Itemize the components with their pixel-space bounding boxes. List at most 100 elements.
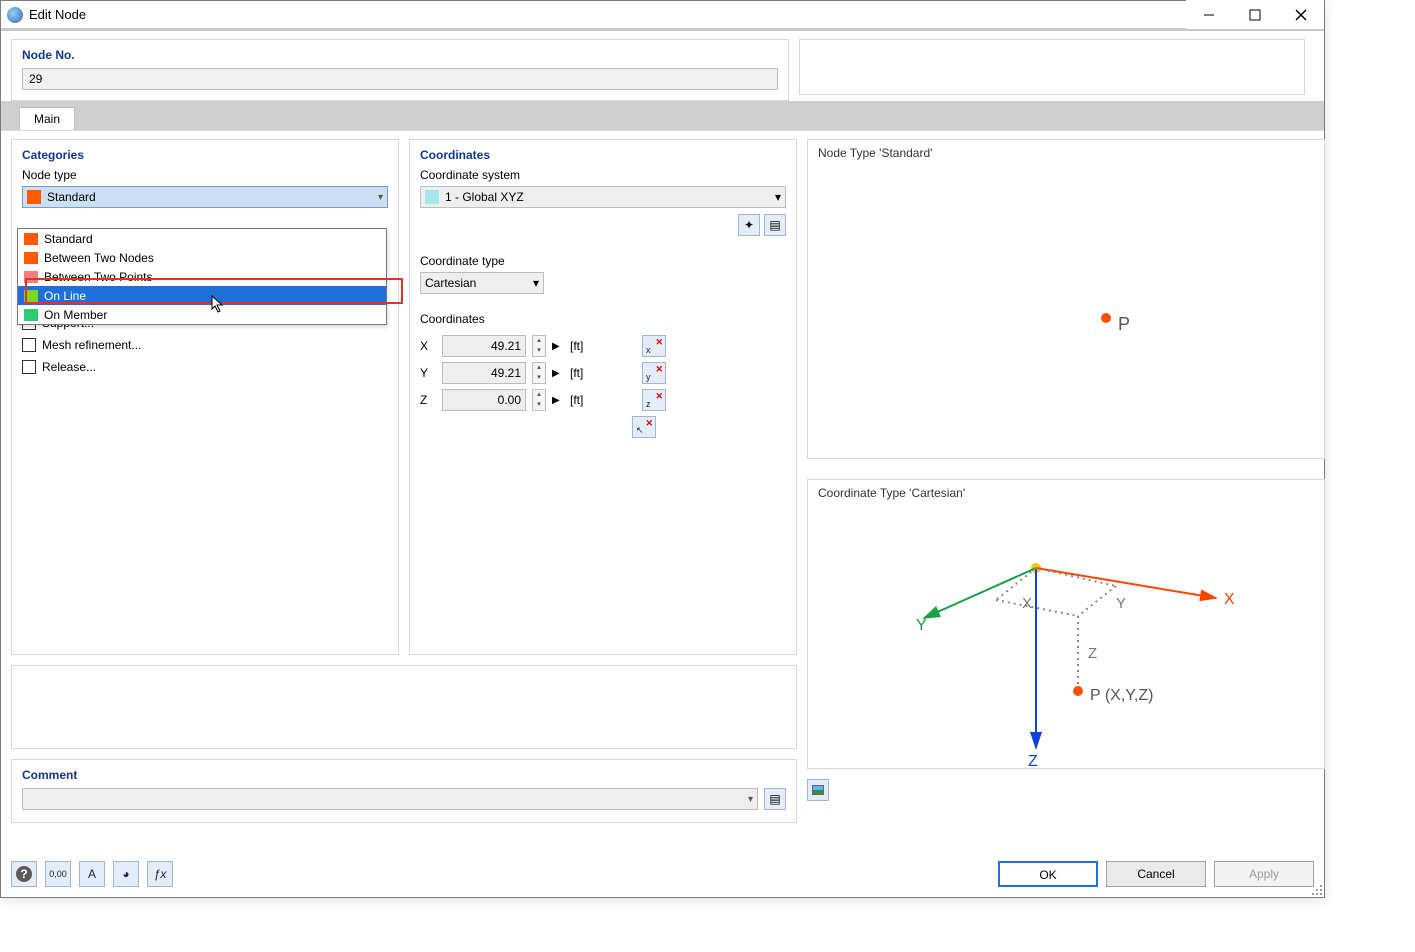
tabs-row: Main [1,101,1324,131]
swatch-icon [24,233,38,245]
display-icon: ◕ [122,867,129,881]
text-a-icon: A [88,867,96,881]
titlebar: Edit Node [1,1,1324,31]
swatch-icon [24,309,38,321]
edit-node-dialog: Edit Node Node No. Main Categories Node … [0,0,1325,898]
svg-text:Z: Z [1028,753,1038,768]
node-type-dropdown: Standard Between Two Nodes Between Two P… [17,228,387,325]
edit-icon: ▤ [769,218,780,232]
dropdown-item-standard[interactable]: Standard [18,229,386,248]
coord-y-input[interactable] [442,362,526,384]
coord-row-z: Z ▴▾ ▶ [ft] ✕z [420,389,786,411]
svg-text:P (X,Y,Z): P (X,Y,Z) [1090,687,1153,704]
apply-button[interactable]: Apply [1214,861,1314,887]
coords-label: Coordinates [420,312,786,326]
play-icon[interactable]: ▶ [552,368,564,379]
swatch-icon [425,190,439,204]
categories-group: Categories Node type Standard ▾ Standard [11,139,399,655]
export-image-button[interactable] [807,779,829,801]
pick-x-button[interactable]: ✕x [642,335,666,357]
minimize-button[interactable] [1186,0,1232,29]
checkbox-icon [22,360,36,374]
coord-type-label: Coordinate type [420,254,786,268]
fx-icon: ƒx [154,867,167,881]
option-mesh-refinement[interactable]: Mesh refinement... [22,338,388,352]
app-icon [7,7,23,23]
coord-row-pick-all: ✕↖ [420,416,786,438]
swatch-icon [24,252,38,264]
swatch-icon [27,190,41,204]
preview-bot-title: Coordinate Type 'Cartesian' [818,486,1314,500]
ok-button[interactable]: OK [998,861,1098,887]
categories-legend: Categories [22,148,388,162]
spinner-z[interactable]: ▴▾ [532,389,546,411]
coord-system-label: Coordinate system [420,168,786,182]
svg-text:Y: Y [1116,595,1126,612]
comment-input[interactable]: ▾ [22,788,758,810]
svg-text:X: X [1022,595,1032,612]
pick-y-button[interactable]: ✕y [642,362,666,384]
chevron-down-icon: ▾ [533,276,539,290]
swatch-icon [24,290,38,302]
svg-text:X: X [1224,591,1235,608]
help-icon: ? [16,866,32,882]
chevron-down-icon: ▾ [748,794,753,805]
play-icon[interactable]: ▶ [552,341,564,352]
svg-text:Z: Z [1088,645,1097,662]
option-release[interactable]: Release... [22,360,388,374]
coord-x-input[interactable] [442,335,526,357]
comment-group: Comment ▾ ▤ [11,759,797,823]
folder-icon: ▤ [769,792,780,806]
chevron-down-icon: ▾ [775,190,781,204]
dropdown-item-between-two-nodes[interactable]: Between Two Nodes [18,248,386,267]
node-type-label: Node type [22,168,388,182]
mouse-cursor-icon [211,295,225,313]
display-settings-button[interactable]: ◕ [113,861,139,887]
dropdown-item-on-line[interactable]: On Line [18,286,386,305]
left-empty-box-1 [11,665,797,749]
text-settings-button[interactable]: A [79,861,105,887]
node-type-combo[interactable]: Standard ▾ [22,186,388,208]
coord-system-combo[interactable]: 1 - Global XYZ ▾ [420,186,786,208]
dropdown-item-between-two-points[interactable]: Between Two Points [18,267,386,286]
formula-button[interactable]: ƒx [147,861,173,887]
comment-library-button[interactable]: ▤ [764,788,786,810]
new-icon: ✦ [744,218,754,232]
checkbox-icon [22,338,36,352]
resize-grip-icon[interactable] [1310,883,1324,897]
maximize-button[interactable] [1232,0,1278,29]
spinner-y[interactable]: ▴▾ [532,362,546,384]
node-no-input[interactable] [22,68,778,90]
help-button[interactable]: ? [11,861,37,887]
coord-z-input[interactable] [442,389,526,411]
svg-text:Y: Y [916,617,927,634]
preview-coord-type: Coordinate Type 'Cartesian' X Y [807,479,1325,769]
comment-legend: Comment [22,768,786,782]
node-no-label: Node No. [22,48,778,62]
coord-row-x: X ▴▾ ▶ [ft] ✕x [420,335,786,357]
coord-type-combo[interactable]: Cartesian ▾ [420,272,544,294]
picture-icon [812,785,824,795]
dialog-footer: ? 0,00 A ◕ ƒx OK Cancel Apply [11,861,1314,887]
new-coord-system-button[interactable]: ✦ [738,214,760,236]
number-icon: 0,00 [49,869,67,879]
preview-top-title: Node Type 'Standard' [818,146,1314,160]
pick-all-button[interactable]: ✕↖ [632,416,656,438]
pick-z-button[interactable]: ✕z [642,389,666,411]
coordinates-group: Coordinates Coordinate system 1 - Global… [409,139,797,655]
play-icon[interactable]: ▶ [552,395,564,406]
swatch-icon [24,271,38,283]
p-label-text: P [1118,314,1130,334]
spinner-x[interactable]: ▴▾ [532,335,546,357]
top-preview-blank [799,39,1305,95]
chevron-down-icon: ▾ [378,192,383,203]
node-type-selected: Standard [47,190,378,204]
edit-coord-system-button[interactable]: ▤ [764,214,786,236]
close-button[interactable] [1278,0,1324,29]
units-button[interactable]: 0,00 [45,861,71,887]
cancel-button[interactable]: Cancel [1106,861,1206,887]
coord-row-y: Y ▴▾ ▶ [ft] ✕y [420,362,786,384]
dropdown-item-on-member[interactable]: On Member [18,305,386,324]
preview-node-type: Node Type 'Standard' P [807,139,1325,459]
tab-main[interactable]: Main [19,107,75,130]
